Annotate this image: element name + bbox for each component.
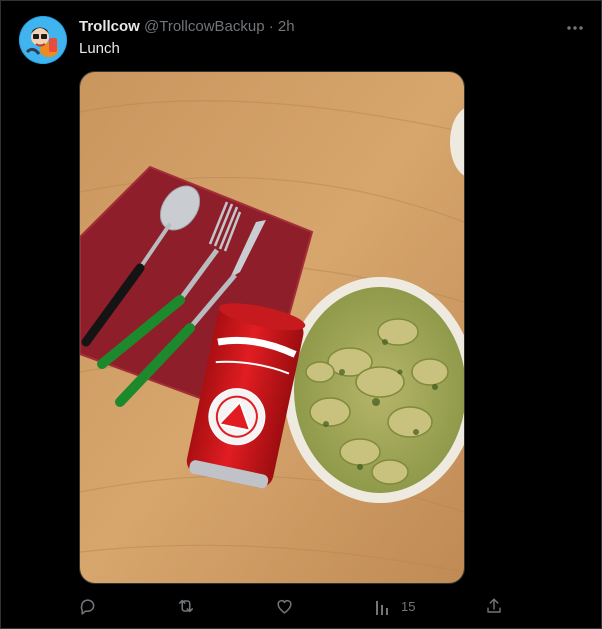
reply-icon bbox=[80, 598, 95, 615]
views-bar-chart-icon bbox=[376, 600, 388, 615]
heart-icon bbox=[277, 599, 292, 614]
avatar[interactable] bbox=[19, 16, 67, 64]
tweet-header: Trollcow @TrollcowBackup · 2h bbox=[79, 17, 295, 37]
display-name[interactable]: Trollcow bbox=[79, 18, 140, 35]
tweet-actions: 15 bbox=[79, 595, 509, 617]
tweet-card[interactable]: Trollcow @TrollcowBackup · 2h Lunch 15 bbox=[0, 0, 602, 629]
timestamp[interactable]: 2h bbox=[278, 18, 295, 35]
reply-button[interactable] bbox=[79, 595, 98, 617]
like-button[interactable] bbox=[275, 595, 294, 617]
tweet-text: Lunch bbox=[79, 40, 120, 57]
retweet-icon bbox=[178, 599, 194, 613]
share-button[interactable] bbox=[485, 595, 503, 617]
user-handle[interactable]: @TrollcowBackup bbox=[144, 18, 265, 35]
views-button[interactable]: 15 bbox=[375, 595, 415, 617]
avatar-image bbox=[19, 16, 67, 64]
share-icon bbox=[487, 598, 501, 613]
lunch-photo bbox=[80, 72, 464, 583]
separator-dot: · bbox=[268, 18, 274, 35]
more-options-button[interactable] bbox=[562, 15, 588, 41]
tweet-photo[interactable] bbox=[79, 71, 465, 584]
retweet-button[interactable] bbox=[176, 595, 196, 617]
views-count: 15 bbox=[401, 598, 416, 614]
more-horizontal-icon bbox=[567, 26, 583, 30]
